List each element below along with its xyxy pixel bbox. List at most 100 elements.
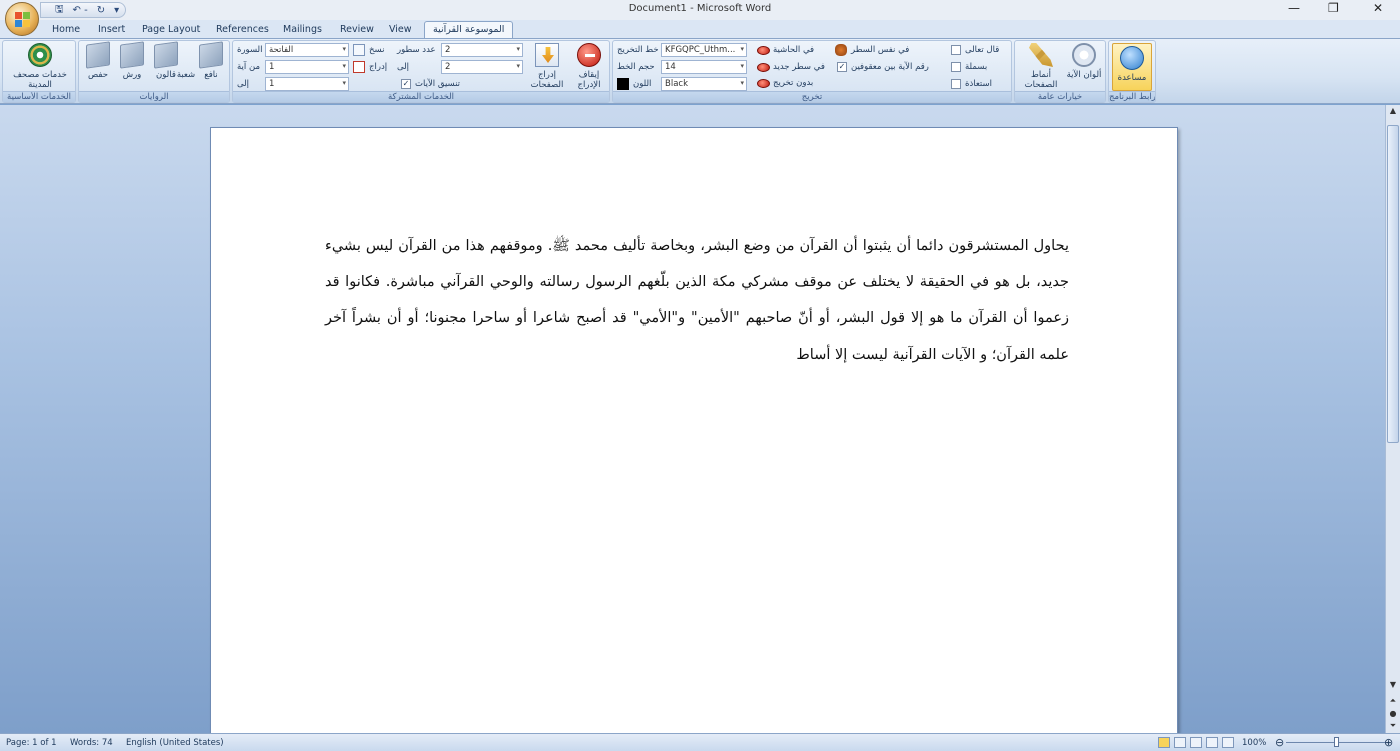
language-indicator[interactable]: English (United States) bbox=[126, 738, 224, 748]
tab-quran-encyclopedia[interactable]: الموسوعة القرآنية bbox=[424, 21, 514, 38]
maximize-button[interactable]: ❐ bbox=[1328, 1, 1339, 15]
narration-shuba-button[interactable]: شعبة bbox=[173, 43, 199, 80]
web-layout-icon[interactable] bbox=[1190, 737, 1202, 748]
group-label-general-options: خيارات عامة bbox=[1015, 91, 1105, 102]
insert-icon[interactable] bbox=[353, 61, 365, 73]
tab-references[interactable]: References bbox=[216, 22, 269, 38]
quran-book-icon bbox=[86, 41, 110, 69]
stop-insert-button[interactable]: إيقاف الإدراج bbox=[571, 43, 607, 90]
option-new-line-radio[interactable] bbox=[757, 63, 770, 72]
page-count[interactable]: Page: 1 of 1 bbox=[6, 738, 57, 748]
help-icon bbox=[1120, 46, 1144, 70]
same-line-icon[interactable] bbox=[835, 44, 847, 56]
vertical-scrollbar[interactable]: ▲ ▼ ⏶ ● ⏷ bbox=[1385, 105, 1400, 733]
scroll-up-icon[interactable]: ▲ bbox=[1387, 105, 1399, 118]
output-font-label: خط التخريج bbox=[617, 45, 659, 55]
office-button[interactable] bbox=[5, 2, 39, 36]
title-bar: 🖫 ↶ - ↻ ▾ Document1 - Microsoft Word — ❐… bbox=[0, 0, 1400, 20]
tab-view[interactable]: View bbox=[389, 22, 412, 38]
format-verses-label: تنسيق الآيات bbox=[415, 79, 461, 89]
istiadha-label: استعاذة bbox=[965, 79, 992, 89]
narration-nafi-button[interactable]: نافع bbox=[197, 41, 225, 80]
madinah-emblem-icon bbox=[28, 43, 52, 67]
tab-insert[interactable]: Insert bbox=[98, 22, 125, 38]
tab-mailings[interactable]: Mailings bbox=[283, 22, 322, 38]
zoom-out-icon[interactable]: ⊖ bbox=[1275, 736, 1284, 749]
basmala-checkbox[interactable] bbox=[951, 62, 961, 72]
narration-warsh-button[interactable]: ورش bbox=[119, 41, 145, 80]
verse-number-checkbox[interactable]: ✓ bbox=[837, 62, 847, 72]
ribbon-tabs: Home Insert Page Layout References Maili… bbox=[0, 20, 1400, 38]
group-general-options: أنماط الصفحات ألوان الآية خيارات عامة bbox=[1014, 40, 1106, 103]
until-label: إلى bbox=[397, 62, 410, 72]
from-verse-select[interactable]: 1 bbox=[265, 60, 349, 74]
madinah-services-button[interactable]: خدمات مصحف المدينة bbox=[7, 43, 73, 90]
output-color-select[interactable]: Black bbox=[661, 77, 747, 91]
output-size-select[interactable]: 14 bbox=[661, 60, 747, 74]
quran-book-icon bbox=[199, 41, 223, 69]
group-label-basic-services: الخدمات الأساسية bbox=[3, 91, 75, 102]
insert-label: إدراج bbox=[369, 62, 388, 72]
istiadha-checkbox[interactable] bbox=[951, 79, 961, 89]
tab-home[interactable]: Home bbox=[52, 22, 80, 38]
full-screen-reading-icon[interactable] bbox=[1174, 737, 1186, 748]
zoom-in-icon[interactable]: ⊕ bbox=[1384, 736, 1393, 749]
tab-review[interactable]: Review bbox=[340, 22, 374, 38]
page-styles-button[interactable]: أنماط الصفحات bbox=[1019, 43, 1063, 90]
output-size-label: حجم الخط bbox=[617, 62, 655, 72]
to-verse-select[interactable]: 1 bbox=[265, 77, 349, 91]
to-verse-label: إلى bbox=[237, 79, 250, 89]
tab-page-layout[interactable]: Page Layout bbox=[142, 22, 200, 38]
qala-taala-checkbox[interactable] bbox=[951, 45, 961, 55]
scroll-down-icon[interactable]: ▼ bbox=[1387, 679, 1399, 692]
until-select[interactable]: 2 bbox=[441, 60, 523, 74]
group-label-narrations: الروايات bbox=[79, 91, 229, 102]
stop-icon bbox=[577, 43, 601, 67]
status-bar: Page: 1 of 1 Words: 74 English (United S… bbox=[0, 733, 1400, 751]
outline-view-icon[interactable] bbox=[1206, 737, 1218, 748]
quran-book-icon bbox=[120, 41, 144, 69]
option-footnote-radio[interactable] bbox=[757, 46, 770, 55]
insert-pages-button[interactable]: إدراج الصفحات bbox=[527, 43, 567, 90]
zoom-level[interactable]: 100% bbox=[1242, 738, 1266, 748]
group-label-output: تخريج bbox=[613, 91, 1011, 102]
copy-icon[interactable] bbox=[353, 44, 365, 56]
office-logo-icon bbox=[15, 12, 31, 28]
scrollbar-thumb[interactable] bbox=[1387, 125, 1399, 443]
window-title: Document1 - Microsoft Word bbox=[628, 3, 772, 14]
help-button[interactable]: مساعدة bbox=[1112, 43, 1152, 91]
group-label-common-services: الخدمات المشتركة bbox=[233, 91, 609, 102]
option-new-line-label: في سطر جديد bbox=[773, 62, 825, 72]
document-paragraph[interactable]: يحاول المستشرقون دائما أن يثبتوا أن القر… bbox=[325, 228, 1069, 373]
minimize-button[interactable]: — bbox=[1288, 1, 1300, 15]
draft-view-icon[interactable] bbox=[1222, 737, 1234, 748]
insert-pages-icon bbox=[535, 43, 559, 67]
option-no-output-radio[interactable] bbox=[757, 79, 770, 88]
format-verses-checkbox[interactable]: ✓ bbox=[401, 79, 411, 89]
zoom-slider-thumb[interactable] bbox=[1334, 737, 1339, 747]
palette-icon bbox=[1072, 43, 1096, 67]
from-verse-label: من آية bbox=[237, 62, 261, 72]
narration-hafs-button[interactable]: حفص bbox=[85, 41, 111, 80]
next-page-icon[interactable]: ⏷ bbox=[1387, 720, 1399, 733]
option-footnote-label: في الحاشية bbox=[773, 45, 815, 55]
broom-icon bbox=[1029, 43, 1053, 67]
previous-page-icon[interactable]: ⏶ bbox=[1387, 695, 1399, 708]
close-button[interactable]: ✕ bbox=[1373, 1, 1383, 15]
ribbon: خدمات مصحف المدينة الخدمات الأساسية حفص … bbox=[0, 38, 1400, 104]
copy-label: نسخ bbox=[369, 45, 385, 55]
verse-colors-button[interactable]: ألوان الآية bbox=[1065, 43, 1103, 80]
print-layout-view-icon[interactable] bbox=[1158, 737, 1170, 748]
document-workspace: يحاول المستشرقون دائما أن يثبتوا أن القر… bbox=[0, 105, 1385, 747]
qala-taala-label: قال تعالى bbox=[965, 45, 1000, 55]
group-output: خط التخريج KFGQPC_Uthm... حجم الخط 14 ال… bbox=[612, 40, 1012, 103]
option-verse-number-label: رقم الآية بين معقوفين bbox=[851, 62, 929, 72]
output-font-select[interactable]: KFGQPC_Uthm... bbox=[661, 43, 747, 57]
output-color-label: اللون bbox=[633, 79, 652, 89]
option-no-output-label: بدون تخريج bbox=[773, 78, 814, 88]
num-lines-select[interactable]: 2 bbox=[441, 43, 523, 57]
group-program-link: مساعدة رابط البرنامج bbox=[1108, 40, 1156, 103]
surah-select[interactable]: الفاتحة bbox=[265, 43, 349, 57]
word-count[interactable]: Words: 74 bbox=[70, 738, 113, 748]
document-page[interactable]: يحاول المستشرقون دائما أن يثبتوا أن القر… bbox=[210, 127, 1178, 747]
